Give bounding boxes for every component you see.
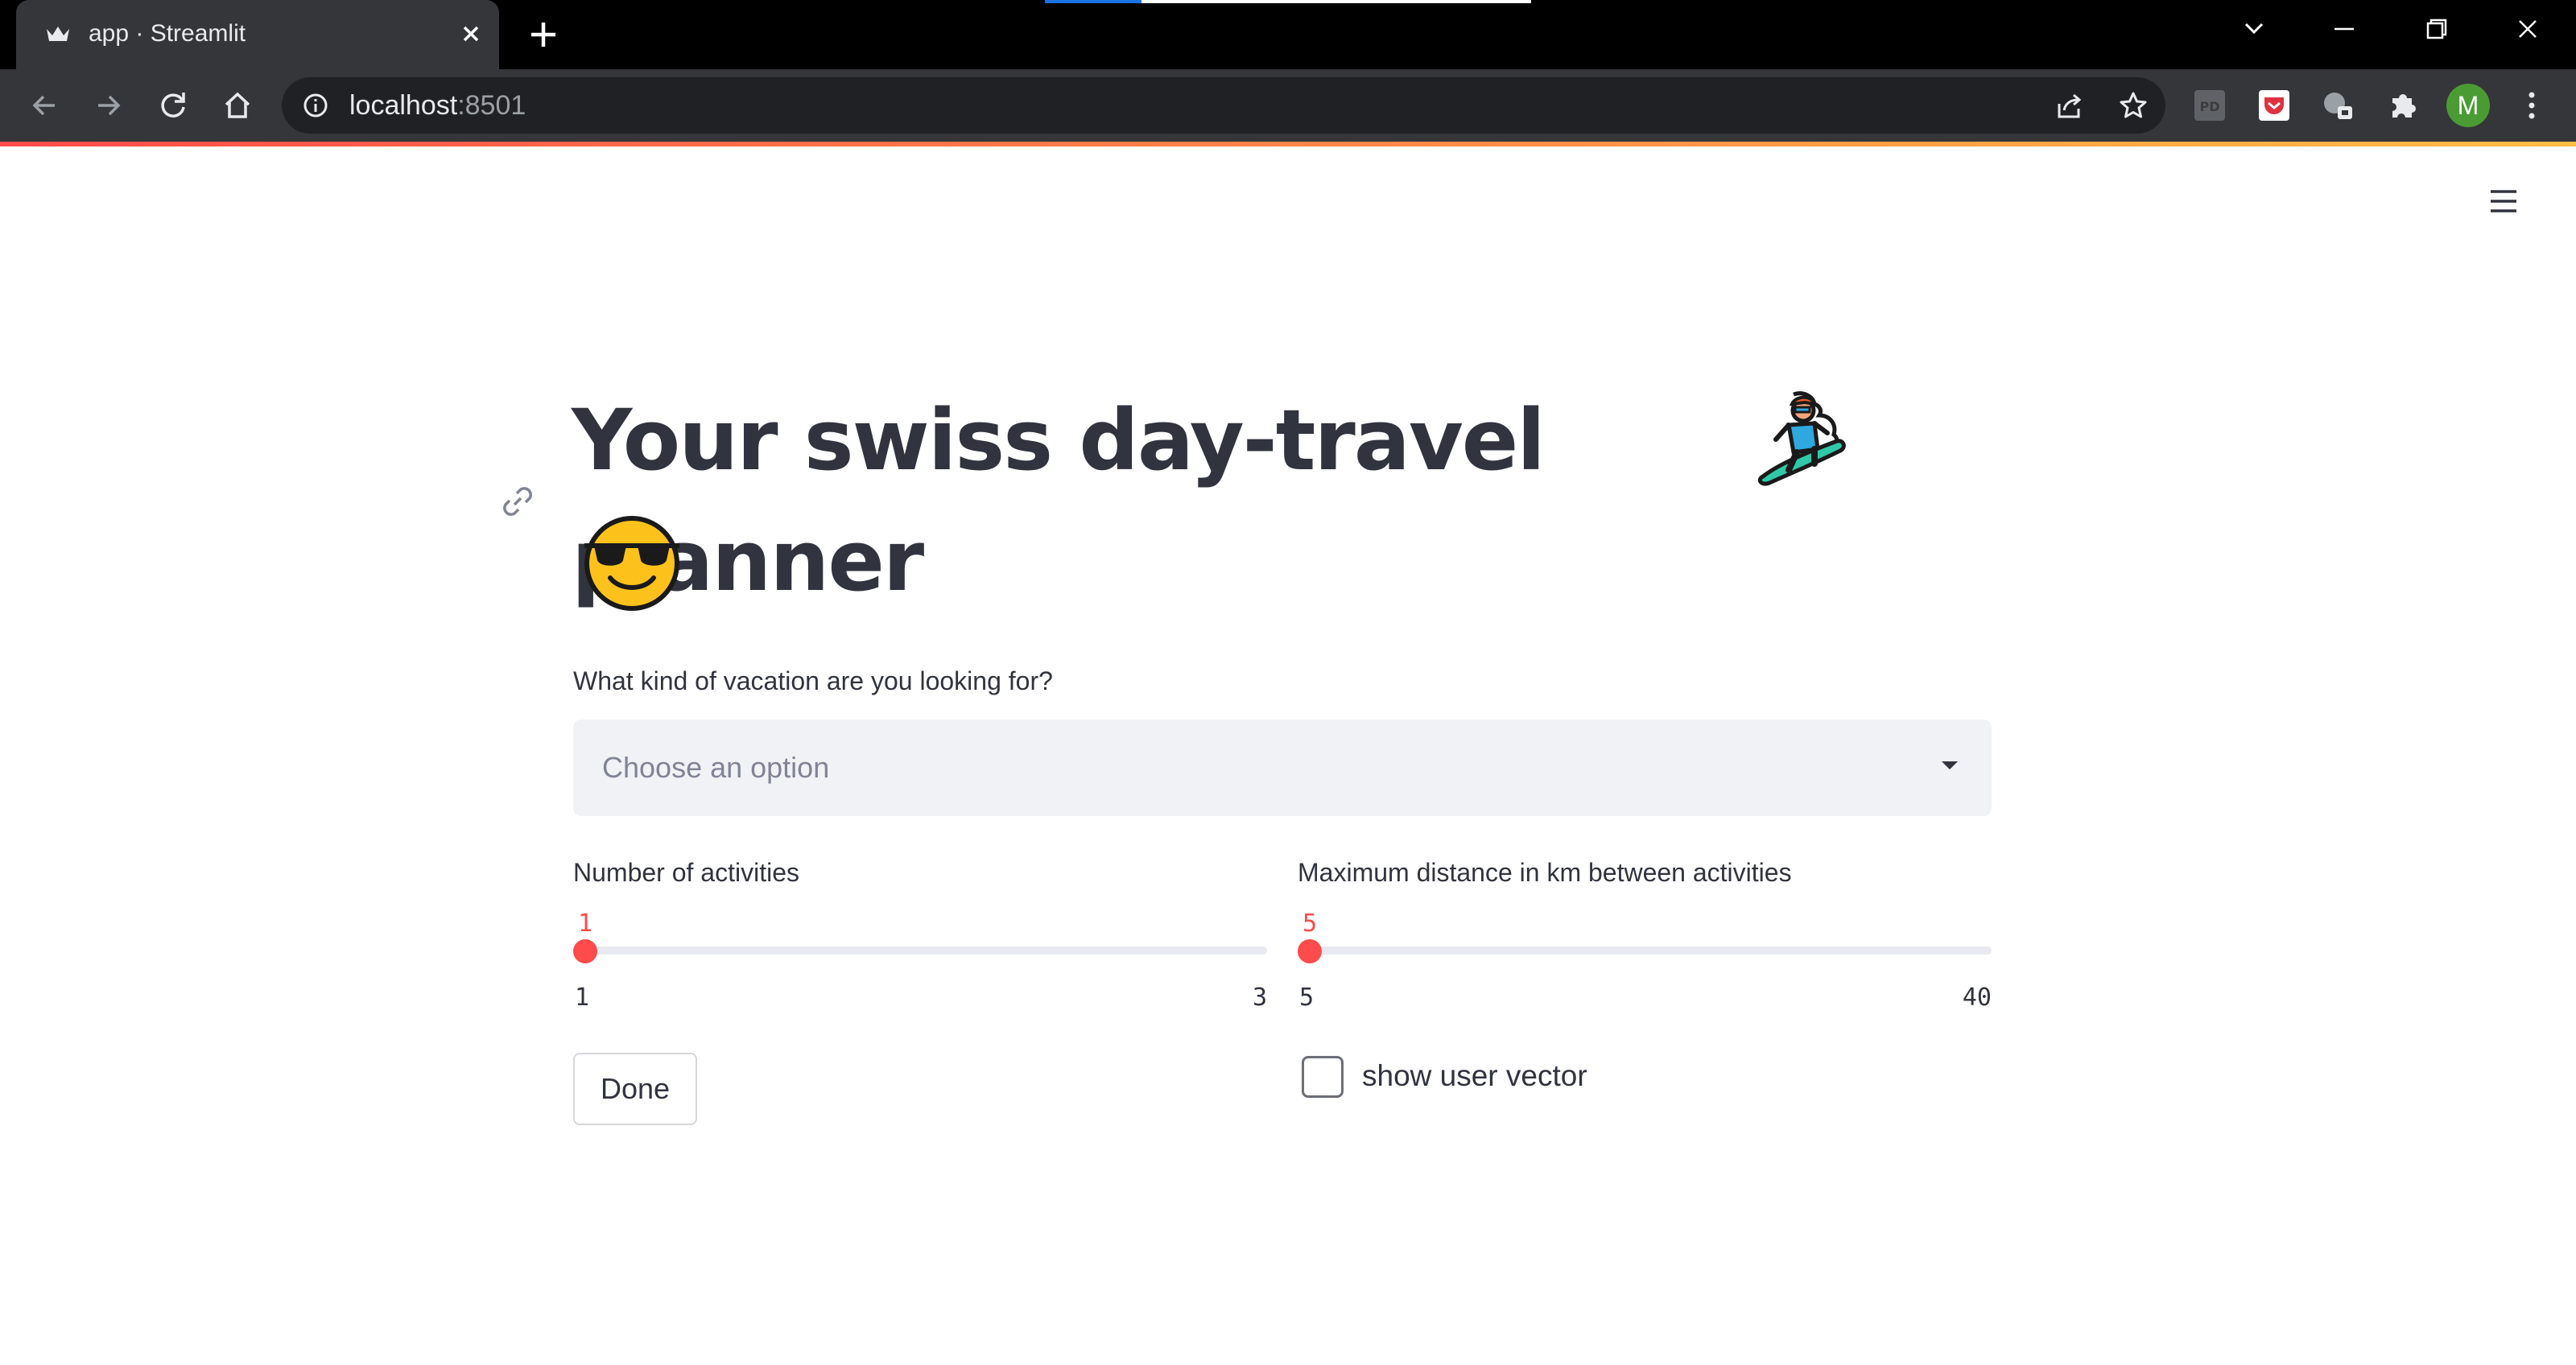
select-placeholder: Choose an option — [602, 751, 830, 784]
pd-extension-icon[interactable]: PD — [2191, 87, 2228, 124]
profile-avatar[interactable]: M — [2446, 84, 2490, 127]
back-arrow-icon[interactable] — [24, 85, 64, 126]
activities-slider-label: Number of activities — [573, 858, 799, 887]
show-user-vector-label[interactable]: show user vector — [1362, 1058, 1587, 1095]
snowboarder-emoji — [1757, 391, 1846, 486]
slider-max-value: 40 — [1962, 984, 1992, 1012]
slider-max-value: 3 — [1252, 984, 1267, 1012]
reload-icon[interactable] — [153, 85, 193, 126]
vacation-select-label: What kind of vacation are you looking fo… — [573, 666, 1053, 695]
anchor-link-icon[interactable] — [497, 481, 538, 522]
site-info-icon[interactable] — [301, 91, 330, 120]
slider-track[interactable] — [1298, 946, 1992, 955]
distance-slider-label: Maximum distance in km between activitie… — [1298, 858, 1792, 887]
url-text[interactable]: localhost:8501 — [349, 90, 526, 121]
extensions-puzzle-icon[interactable] — [2384, 87, 2421, 124]
minimize-icon[interactable] — [2320, 11, 2368, 47]
vacation-type-select[interactable]: Choose an option — [573, 720, 1992, 816]
browser-tab[interactable]: app · Streamlit — [16, 0, 499, 69]
slider-min-value: 5 — [1299, 984, 1315, 1012]
show-user-vector-checkbox[interactable] — [1302, 1056, 1344, 1098]
tab-search-icon[interactable] — [2230, 11, 2278, 47]
slider-min-value: 1 — [575, 984, 590, 1012]
distance-slider[interactable]: 5 5 40 — [1298, 909, 1992, 1012]
page-title: Your swiss day-travel planner — [572, 391, 1546, 610]
browser-titlebar: app · Streamlit — [0, 0, 2576, 69]
browser-menu-icon[interactable] — [2520, 87, 2544, 124]
streamlit-crown-icon — [47, 27, 69, 41]
address-bar[interactable]: localhost:8501 — [282, 77, 2165, 134]
tab-title: app · Streamlit — [89, 20, 246, 47]
svg-text:PD: PD — [2199, 99, 2219, 114]
hamburger-menu-icon[interactable] — [2487, 185, 2520, 217]
activities-slider[interactable]: 1 1 3 — [573, 909, 1267, 1012]
url-port: :8501 — [457, 90, 526, 121]
share-icon[interactable] — [2053, 89, 2085, 122]
home-icon[interactable] — [217, 85, 258, 126]
chevron-down-icon[interactable] — [1942, 761, 1958, 769]
translate-extension-icon[interactable] — [2320, 87, 2357, 124]
forward-arrow-icon[interactable] — [89, 85, 129, 126]
slider-thumb[interactable] — [1298, 939, 1322, 963]
new-tab-icon[interactable] — [523, 16, 564, 53]
streamlit-header-decoration — [0, 142, 2576, 146]
url-host: localhost — [349, 90, 458, 121]
slider-thumb[interactable] — [573, 939, 597, 963]
done-button[interactable]: Done — [573, 1053, 697, 1125]
bookmark-star-icon[interactable] — [2117, 89, 2149, 122]
restore-icon[interactable] — [2412, 11, 2460, 47]
browser-toolbar: localhost:8501 PD M — [0, 69, 2576, 142]
slider-current-value: 1 — [578, 909, 593, 938]
close-window-icon[interactable] — [2504, 11, 2552, 47]
tab-close-icon[interactable] — [455, 18, 487, 50]
smiling-face-with-sunglasses-emoji — [584, 516, 679, 611]
pocket-extension-icon[interactable] — [2256, 87, 2293, 124]
slider-current-value: 5 — [1302, 909, 1318, 938]
loading-indicator — [1045, 0, 1531, 3]
slider-track[interactable] — [573, 946, 1267, 955]
